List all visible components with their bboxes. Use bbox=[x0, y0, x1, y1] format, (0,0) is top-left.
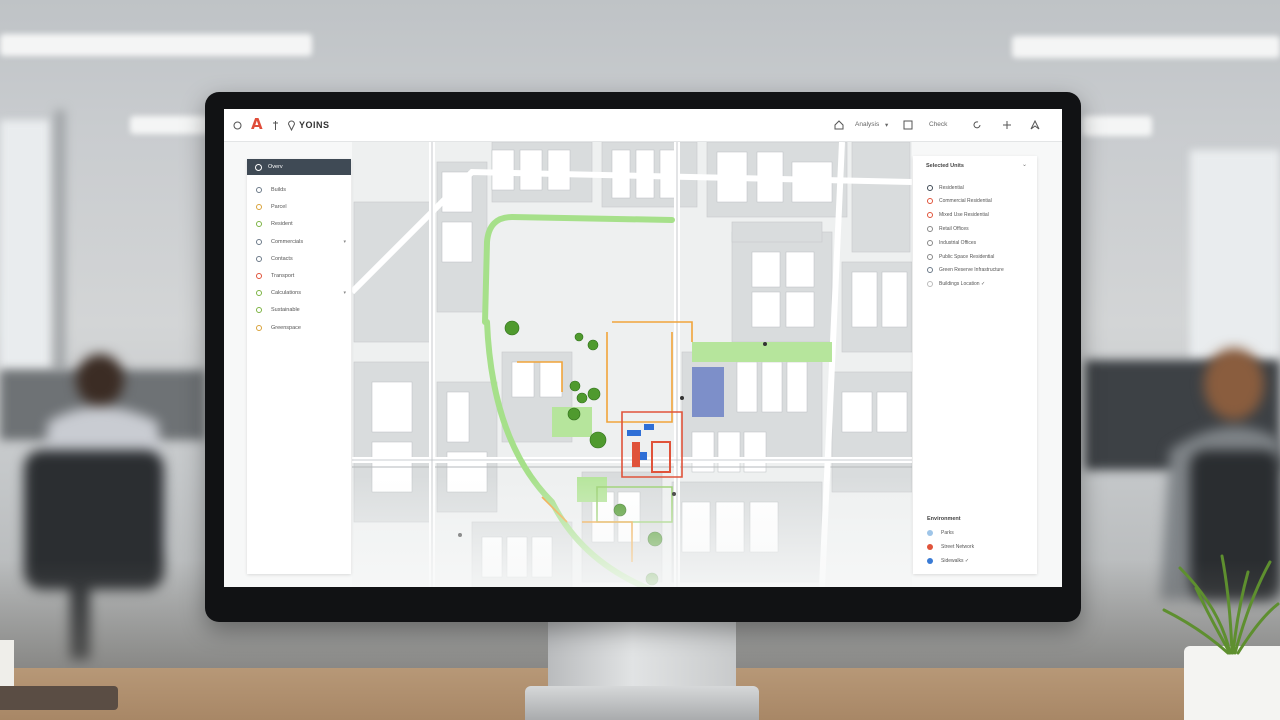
layer-item[interactable]: Commercials ▾ bbox=[256, 237, 346, 247]
selection-item-label: Residential bbox=[939, 184, 964, 191]
office-window bbox=[0, 120, 50, 370]
navigate-icon[interactable] bbox=[1028, 118, 1042, 132]
selection-item[interactable]: Mixed Use Residential bbox=[927, 211, 989, 220]
legend-item[interactable]: Sidewalks ✓ bbox=[927, 556, 969, 565]
monitor-stand bbox=[548, 620, 736, 690]
legend-item[interactable]: Parks bbox=[927, 528, 954, 537]
selection-icon bbox=[927, 198, 933, 205]
pin-icon[interactable] bbox=[268, 118, 282, 132]
layer-item-label: Commercials bbox=[271, 238, 304, 245]
monitor: A YOINS Analysis ▾ Check Overv Builds Pa… bbox=[205, 92, 1081, 622]
legend-swatch bbox=[927, 557, 933, 564]
legend-label: Sidewalks ✓ bbox=[941, 557, 970, 564]
selection-icon bbox=[927, 267, 933, 274]
legend-label: Street Network bbox=[941, 543, 975, 550]
selection-item-label: Buildings Location ✓ bbox=[939, 281, 986, 288]
ceiling-light bbox=[130, 116, 210, 134]
layer-icon bbox=[256, 324, 262, 331]
legend-label: Parks bbox=[941, 529, 954, 536]
notebook bbox=[0, 686, 118, 710]
layer-icon bbox=[256, 290, 262, 297]
layer-item-label: Greenspace bbox=[271, 324, 301, 331]
selection-icon bbox=[927, 281, 933, 288]
selection-icon bbox=[927, 253, 933, 260]
layer-item[interactable]: Sustainable bbox=[256, 305, 346, 315]
office-window bbox=[1190, 150, 1280, 360]
layers-panel: Overv Builds Parcel Resident Commercials ▾ Co… bbox=[247, 159, 351, 574]
layer-icon bbox=[256, 255, 262, 262]
layer-item[interactable]: Transport bbox=[256, 271, 346, 281]
layer-item-label: Parcel bbox=[271, 204, 287, 211]
app-title: YOINS bbox=[299, 120, 330, 130]
overview-icon bbox=[255, 163, 262, 171]
layer-icon bbox=[256, 187, 262, 193]
home-icon[interactable] bbox=[832, 118, 846, 132]
chevron-down-icon[interactable]: ▾ bbox=[343, 290, 346, 296]
layer-item[interactable]: Greenspace bbox=[256, 323, 346, 333]
selection-item[interactable]: Residential bbox=[927, 183, 964, 192]
layer-item-label: Builds bbox=[271, 187, 286, 193]
layer-item-label: Sustainable bbox=[271, 307, 300, 314]
selection-item[interactable]: Commercial Residential bbox=[927, 197, 992, 206]
selection-item-label: Public Space Residential bbox=[939, 253, 995, 260]
analysis-menu[interactable]: Analysis bbox=[855, 121, 879, 128]
layer-item[interactable]: Calculations ▾ bbox=[256, 288, 346, 298]
selection-item[interactable]: Retail Offices bbox=[927, 224, 969, 233]
layer-icon bbox=[256, 273, 262, 279]
monitor-stand-base bbox=[525, 686, 759, 720]
chevron-down-icon[interactable]: ▾ bbox=[343, 239, 346, 245]
wall-pillar bbox=[55, 110, 65, 370]
check-button[interactable]: Check bbox=[929, 121, 947, 128]
app-logo[interactable]: A bbox=[251, 115, 263, 133]
selection-item[interactable]: Industrial Offices bbox=[927, 238, 976, 247]
legend-swatch bbox=[927, 529, 933, 536]
layer-item[interactable]: Resident bbox=[256, 219, 346, 229]
ceiling-light bbox=[1082, 116, 1152, 136]
selection-icon bbox=[927, 225, 933, 232]
selection-item[interactable]: Buildings Location ✓ bbox=[927, 280, 985, 289]
selection-icon bbox=[927, 212, 933, 219]
selection-item-label: Industrial Offices bbox=[939, 239, 977, 246]
layer-item-label: Contacts bbox=[271, 255, 293, 262]
ceiling-light bbox=[0, 34, 312, 56]
layer-icon bbox=[256, 221, 262, 228]
selection-item-label: Mixed Use Residential bbox=[939, 212, 989, 219]
plant-leaves bbox=[1162, 554, 1280, 655]
layer-item-label: Resident bbox=[271, 221, 293, 228]
selection-item-label: Commercial Residential bbox=[939, 198, 992, 205]
layer-item-label: Transport bbox=[271, 273, 295, 279]
layer-icon bbox=[256, 307, 262, 314]
selection-item-label: Green Reserve Infrastructure bbox=[939, 267, 1004, 274]
layers-panel-header[interactable]: Overv bbox=[247, 159, 351, 175]
layer-item-label: Calculations bbox=[271, 290, 301, 297]
selection-item-label: Retail Offices bbox=[939, 225, 969, 232]
city-map[interactable] bbox=[352, 142, 912, 587]
layer-item[interactable]: Builds bbox=[256, 185, 346, 195]
selection-item[interactable]: Green Reserve Infrastructure bbox=[927, 266, 1004, 275]
location-icon[interactable] bbox=[284, 118, 298, 132]
selection-panel: Selected Units ⌄ Residential Commercial R… bbox=[913, 156, 1037, 574]
selection-icon bbox=[927, 239, 933, 246]
circle-icon[interactable] bbox=[230, 118, 244, 132]
plus-icon[interactable] bbox=[1000, 118, 1014, 132]
refresh-icon[interactable] bbox=[970, 118, 984, 132]
legend-title: Environment bbox=[927, 516, 961, 522]
selection-item[interactable]: Public Space Residential bbox=[927, 252, 994, 261]
legend-item[interactable]: Street Network bbox=[927, 542, 974, 551]
layer-icon bbox=[256, 238, 262, 245]
legend-swatch bbox=[927, 543, 933, 550]
collapse-icon[interactable]: ⌄ bbox=[1022, 161, 1027, 168]
app-screen: A YOINS Analysis ▾ Check Overv Builds Pa… bbox=[224, 109, 1062, 587]
layer-icon bbox=[256, 204, 262, 211]
layers-panel-title: Overv bbox=[268, 164, 283, 170]
layer-item[interactable]: Parcel bbox=[256, 202, 346, 212]
ceiling-light bbox=[1012, 36, 1280, 58]
calendar-icon[interactable] bbox=[901, 118, 915, 132]
chevron-down-icon[interactable]: ▾ bbox=[885, 121, 888, 129]
app-topbar: A YOINS Analysis ▾ Check bbox=[224, 109, 1062, 142]
selection-icon bbox=[927, 184, 933, 191]
selection-panel-title: Selected Units bbox=[926, 163, 964, 169]
layer-item[interactable]: Contacts bbox=[256, 254, 346, 264]
